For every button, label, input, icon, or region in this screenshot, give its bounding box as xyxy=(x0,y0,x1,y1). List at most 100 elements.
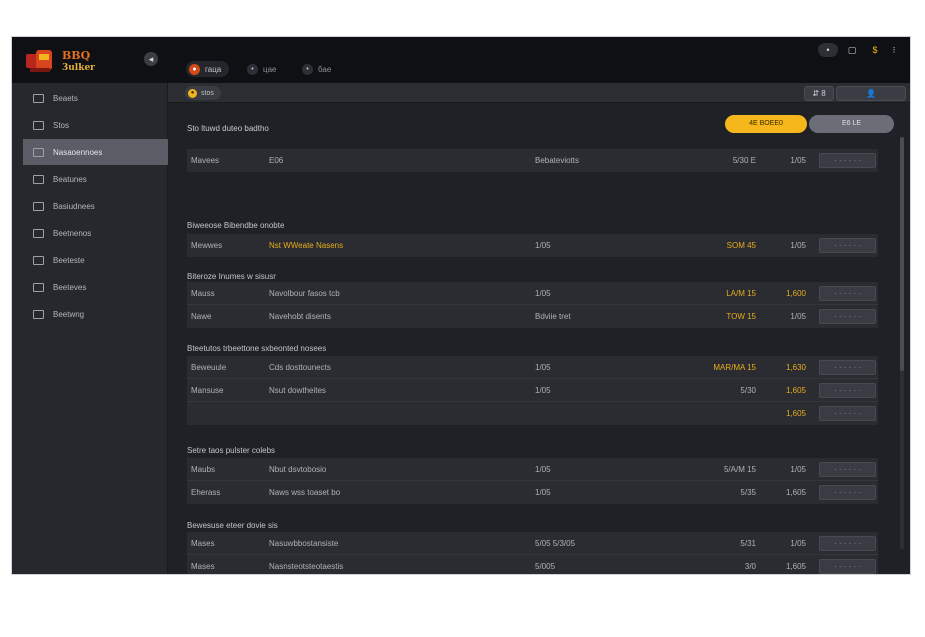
cell-2: E06 xyxy=(269,156,284,165)
primary-action-button[interactable]: 4E BOEE0 xyxy=(725,115,807,133)
page-title: Sto ltuwd duteo badtho xyxy=(187,124,269,133)
tab-label: цае xyxy=(263,64,277,74)
profile-button[interactable]: 👤 xyxy=(836,86,906,101)
table-row[interactable]: Mases Nasnsteotsteotaestis 5/005 3/0 1,605 · … xyxy=(187,555,878,574)
tab-second[interactable]: • цае xyxy=(247,61,276,77)
tab-third[interactable]: • бае xyxy=(302,61,331,77)
row-action-button[interactable]: · · · · · · xyxy=(819,360,876,375)
top-bar: BBQ 3ulker ◂ ● гаца • цае • бае • ▢ $ ⁝ xyxy=(12,37,910,83)
row-action-button[interactable]: · · · · · · xyxy=(819,286,876,301)
cell-1: Eherass xyxy=(191,488,221,497)
sidebar-item-8[interactable]: Beeteves xyxy=(23,274,168,300)
cell-1: Mansuse xyxy=(191,386,224,395)
cell-1: Nawe xyxy=(191,312,212,321)
cell-4: LA/M 15 xyxy=(726,289,756,298)
maximize-icon[interactable]: ▢ xyxy=(846,43,858,57)
sidebar-item-label: Beetnenos xyxy=(53,228,92,238)
row-action-button[interactable]: · · · · · · xyxy=(819,559,876,574)
cell-3: Bebateviotts xyxy=(535,156,580,165)
section-label: Bteetutos trbeettone sxbeonted nosees xyxy=(187,344,327,353)
cell-3: 5/005 xyxy=(535,562,556,571)
cell-3: 1/05 xyxy=(535,386,551,395)
list-icon xyxy=(33,228,44,238)
cell-1: Mewwes xyxy=(191,241,223,250)
section-label: Biweeose Bibendbe onobte xyxy=(187,221,285,230)
notification-toggle[interactable]: • xyxy=(818,43,838,57)
sidebar-item-5[interactable]: Basiudnees xyxy=(23,193,168,219)
secondary-action-button[interactable]: E6 LE xyxy=(809,115,894,133)
row-action-button[interactable]: · · · · · · xyxy=(819,153,876,168)
sidebar-item-7[interactable]: Beeteste xyxy=(23,247,168,273)
filter-chip[interactable]: ● stos xyxy=(185,86,221,100)
coin-icon: ● xyxy=(188,88,197,98)
sidebar-item-9[interactable]: Beetwng xyxy=(23,301,168,327)
table-row[interactable]: Eherass Naws wss toaset bo 1/05 5/35 1,605 · … xyxy=(187,481,878,504)
row-action-button[interactable]: · · · · · · xyxy=(819,383,876,398)
cell-1: Mauss xyxy=(191,289,215,298)
cell-2: Nbut dsvtobosio xyxy=(269,465,327,474)
grid-icon xyxy=(33,93,44,103)
cell-5: 1/05 xyxy=(790,241,806,250)
row-action-button[interactable]: · · · · · · xyxy=(819,485,876,500)
sidebar-item-2[interactable]: Stos xyxy=(23,112,168,138)
main-content: Sto ltuwd duteo badtho 4E BOEE0 E6 LE Ma… xyxy=(168,104,910,574)
table-row[interactable]: Maubs Nbut dsvtobosio 1/05 5/A/M 15 1/05 · · … xyxy=(187,458,878,481)
sidebar-item-6[interactable]: Beetnenos xyxy=(23,220,168,246)
table-group: Mases Nasuwbbostansiste 5/05 5/3/05 5/31 1/0… xyxy=(187,532,878,574)
sliders-icon xyxy=(33,255,44,265)
table-row[interactable]: Beweuule Cds dosttounects 1/05 MAR/MA 15 1,6… xyxy=(187,356,878,379)
cell-1: Mases xyxy=(191,539,215,548)
square-icon xyxy=(33,120,44,130)
sidebar-item-label: Beatunes xyxy=(53,174,87,184)
cell-4: 5/30 xyxy=(740,386,756,395)
cell-2: Navehobt disents xyxy=(269,312,331,321)
cell-4: MAR/MA 15 xyxy=(713,363,756,372)
section-label: Bewesuse eteer dovie sis xyxy=(187,521,278,530)
dot-icon: • xyxy=(247,63,258,75)
box-icon xyxy=(33,282,44,292)
logo-title: BBQ xyxy=(62,49,91,62)
table-row[interactable]: Mauss Navolbour fasos tcb 1/05 LA/M 15 1,600… xyxy=(187,282,878,305)
cell-2: Naws wss toaset bo xyxy=(269,488,341,497)
file-icon xyxy=(33,309,44,319)
bag-icon xyxy=(33,201,44,211)
cell-2: Nasnsteotsteotaestis xyxy=(269,562,344,571)
sidebar-item-1[interactable]: Beaets xyxy=(23,85,168,111)
row-action-button[interactable]: · · · · · · xyxy=(819,462,876,477)
collapse-sidebar-button[interactable]: ◂ xyxy=(144,52,158,66)
scrollbar-thumb[interactable] xyxy=(900,137,904,371)
cell-1: Mases xyxy=(191,562,215,571)
more-icon[interactable]: ⁝ xyxy=(889,43,899,57)
cell-2: Nasuwbbostansiste xyxy=(269,539,339,548)
row-action-button[interactable]: · · · · · · xyxy=(819,309,876,324)
sub-toolbar: ● stos ⇵ 8 👤 xyxy=(168,83,910,103)
cell-5: 1/05 xyxy=(790,465,806,474)
table-row[interactable]: Mavees E06 Bebateviotts 5/30 E 1/05 · · · · ·… xyxy=(187,149,878,172)
tab-first[interactable]: ● гаца xyxy=(186,61,230,77)
cell-5: 1,605 xyxy=(785,386,806,395)
cell-2: Nsut dowtheites xyxy=(269,386,326,395)
sidebar-item-label: Beeteves xyxy=(53,282,87,292)
sort-button[interactable]: ⇵ 8 xyxy=(804,86,834,101)
cell-1: Maubs xyxy=(191,465,216,474)
table-row[interactable]: Nawe Navehobt disents Bdviie tret TOW 15 1/0… xyxy=(187,305,878,328)
sidebar-item-4[interactable]: Beatunes xyxy=(23,166,168,192)
logo-subtitle: 3ulker xyxy=(62,63,95,73)
table-group: Maubs Nbut dsvtobosio 1/05 5/A/M 15 1/05 · · … xyxy=(187,458,878,504)
row-action-button[interactable]: · · · · · · xyxy=(819,406,876,421)
row-action-button[interactable]: · · · · · · xyxy=(819,536,876,551)
cell-3: 5/05 5/3/05 xyxy=(535,539,576,548)
table-row[interactable]: Mansuse Nsut dowtheites 1/05 5/30 1,605 · · ·… xyxy=(187,379,878,402)
cell-2: Cds dosttounects xyxy=(269,363,331,372)
cell-1: Mavees xyxy=(191,156,220,165)
cell-4: 5/30 E xyxy=(732,156,756,165)
table-row[interactable]: Mewwes Nst WWeate Nasens 1/05 SOM 45 1/05 · ·… xyxy=(187,234,878,257)
row-action-button[interactable]: · · · · · · xyxy=(819,238,876,253)
table-row[interactable]: Mases Nasuwbbostansiste 5/05 5/3/05 5/31 1/0… xyxy=(187,532,878,555)
sidebar-item-label: Beeteste xyxy=(53,255,85,265)
sidebar-item-label: Beetwng xyxy=(53,309,85,319)
sidebar-item-3[interactable]: Nasaoennoes xyxy=(23,139,168,165)
table-row[interactable]: 1,605 · · · · · · xyxy=(187,402,878,425)
coin-icon[interactable]: $ xyxy=(869,43,881,57)
cell-3: 1/05 xyxy=(535,241,551,250)
